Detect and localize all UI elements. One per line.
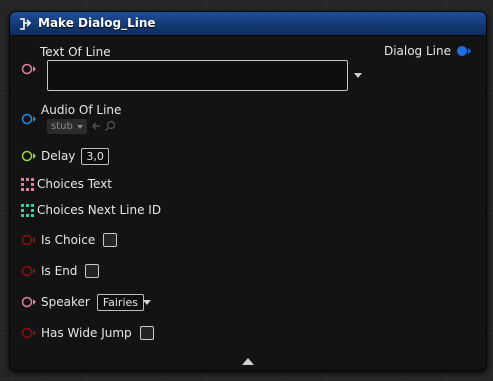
is-choice-checkbox[interactable] [103, 233, 118, 247]
speaker-label: Speaker [41, 295, 90, 309]
text-pin-icon[interactable] [21, 63, 37, 75]
has-wide-jump-checkbox[interactable] [139, 326, 154, 340]
output-dialog-line[interactable]: Dialog Line [384, 44, 472, 58]
speaker-value-input[interactable]: Fairies [96, 293, 145, 311]
choices-next-line-id-label: Choices Next Line ID [37, 203, 162, 217]
use-selected-arrow-icon[interactable] [90, 120, 102, 132]
array-int-pin-icon[interactable] [21, 204, 34, 217]
choices-text-label: Choices Text [37, 177, 112, 191]
speaker-dropdown-arrow-icon[interactable] [143, 300, 151, 305]
text-of-line-label: Text Of Line [40, 45, 111, 59]
object-pin-icon[interactable] [21, 113, 37, 125]
input-audio-of-line[interactable]: Audio Of Line [41, 100, 121, 120]
is-end-checkbox[interactable] [85, 264, 100, 278]
input-speaker[interactable]: Speaker Fairies [41, 292, 145, 312]
delay-value-input[interactable]: 3,0 [81, 147, 109, 165]
audio-asset-value: stub [51, 121, 73, 132]
array-text-pin-icon[interactable] [21, 178, 34, 191]
float-pin-icon[interactable] [21, 150, 37, 162]
audio-of-line-label: Audio Of Line [41, 103, 122, 117]
collapse-up-arrow-icon[interactable] [242, 358, 254, 365]
struct-output-pin-icon[interactable] [456, 45, 472, 57]
make-dialog-line-node[interactable]: Make Dialog_Line Dialog Line Text Of Lin… [9, 11, 487, 371]
text-of-line-dropdown-arrow-icon[interactable] [354, 73, 362, 78]
browse-search-icon[interactable] [104, 120, 116, 132]
struct-make-icon [20, 18, 32, 30]
output-label: Dialog Line [383, 44, 451, 58]
input-is-choice[interactable]: Is Choice [41, 230, 118, 250]
input-is-end[interactable]: Is End [41, 261, 100, 281]
bool-pin-icon[interactable] [21, 327, 37, 339]
bool-pin-icon[interactable] [21, 265, 37, 277]
bool-pin-icon[interactable] [21, 234, 37, 246]
input-delay[interactable]: Delay 3,0 [41, 146, 109, 166]
asset-dropdown-arrow-icon [76, 124, 83, 129]
is-choice-label: Is Choice [41, 233, 96, 247]
name-pin-icon[interactable] [21, 296, 37, 308]
delay-label: Delay [41, 149, 76, 163]
input-has-wide-jump[interactable]: Has Wide Jump [41, 323, 154, 343]
input-choices-next-line-id[interactable]: Choices Next Line ID [37, 200, 161, 220]
text-of-line-input[interactable] [47, 60, 348, 91]
audio-asset-picker[interactable]: stub [47, 119, 87, 134]
input-choices-text[interactable]: Choices Text [37, 174, 112, 194]
node-title: Make Dialog_Line [38, 16, 156, 30]
is-end-label: Is End [41, 264, 78, 278]
has-wide-jump-label: Has Wide Jump [41, 326, 132, 340]
input-text-of-line[interactable]: Text Of Line [20, 42, 111, 62]
node-header[interactable]: Make Dialog_Line [10, 12, 486, 36]
